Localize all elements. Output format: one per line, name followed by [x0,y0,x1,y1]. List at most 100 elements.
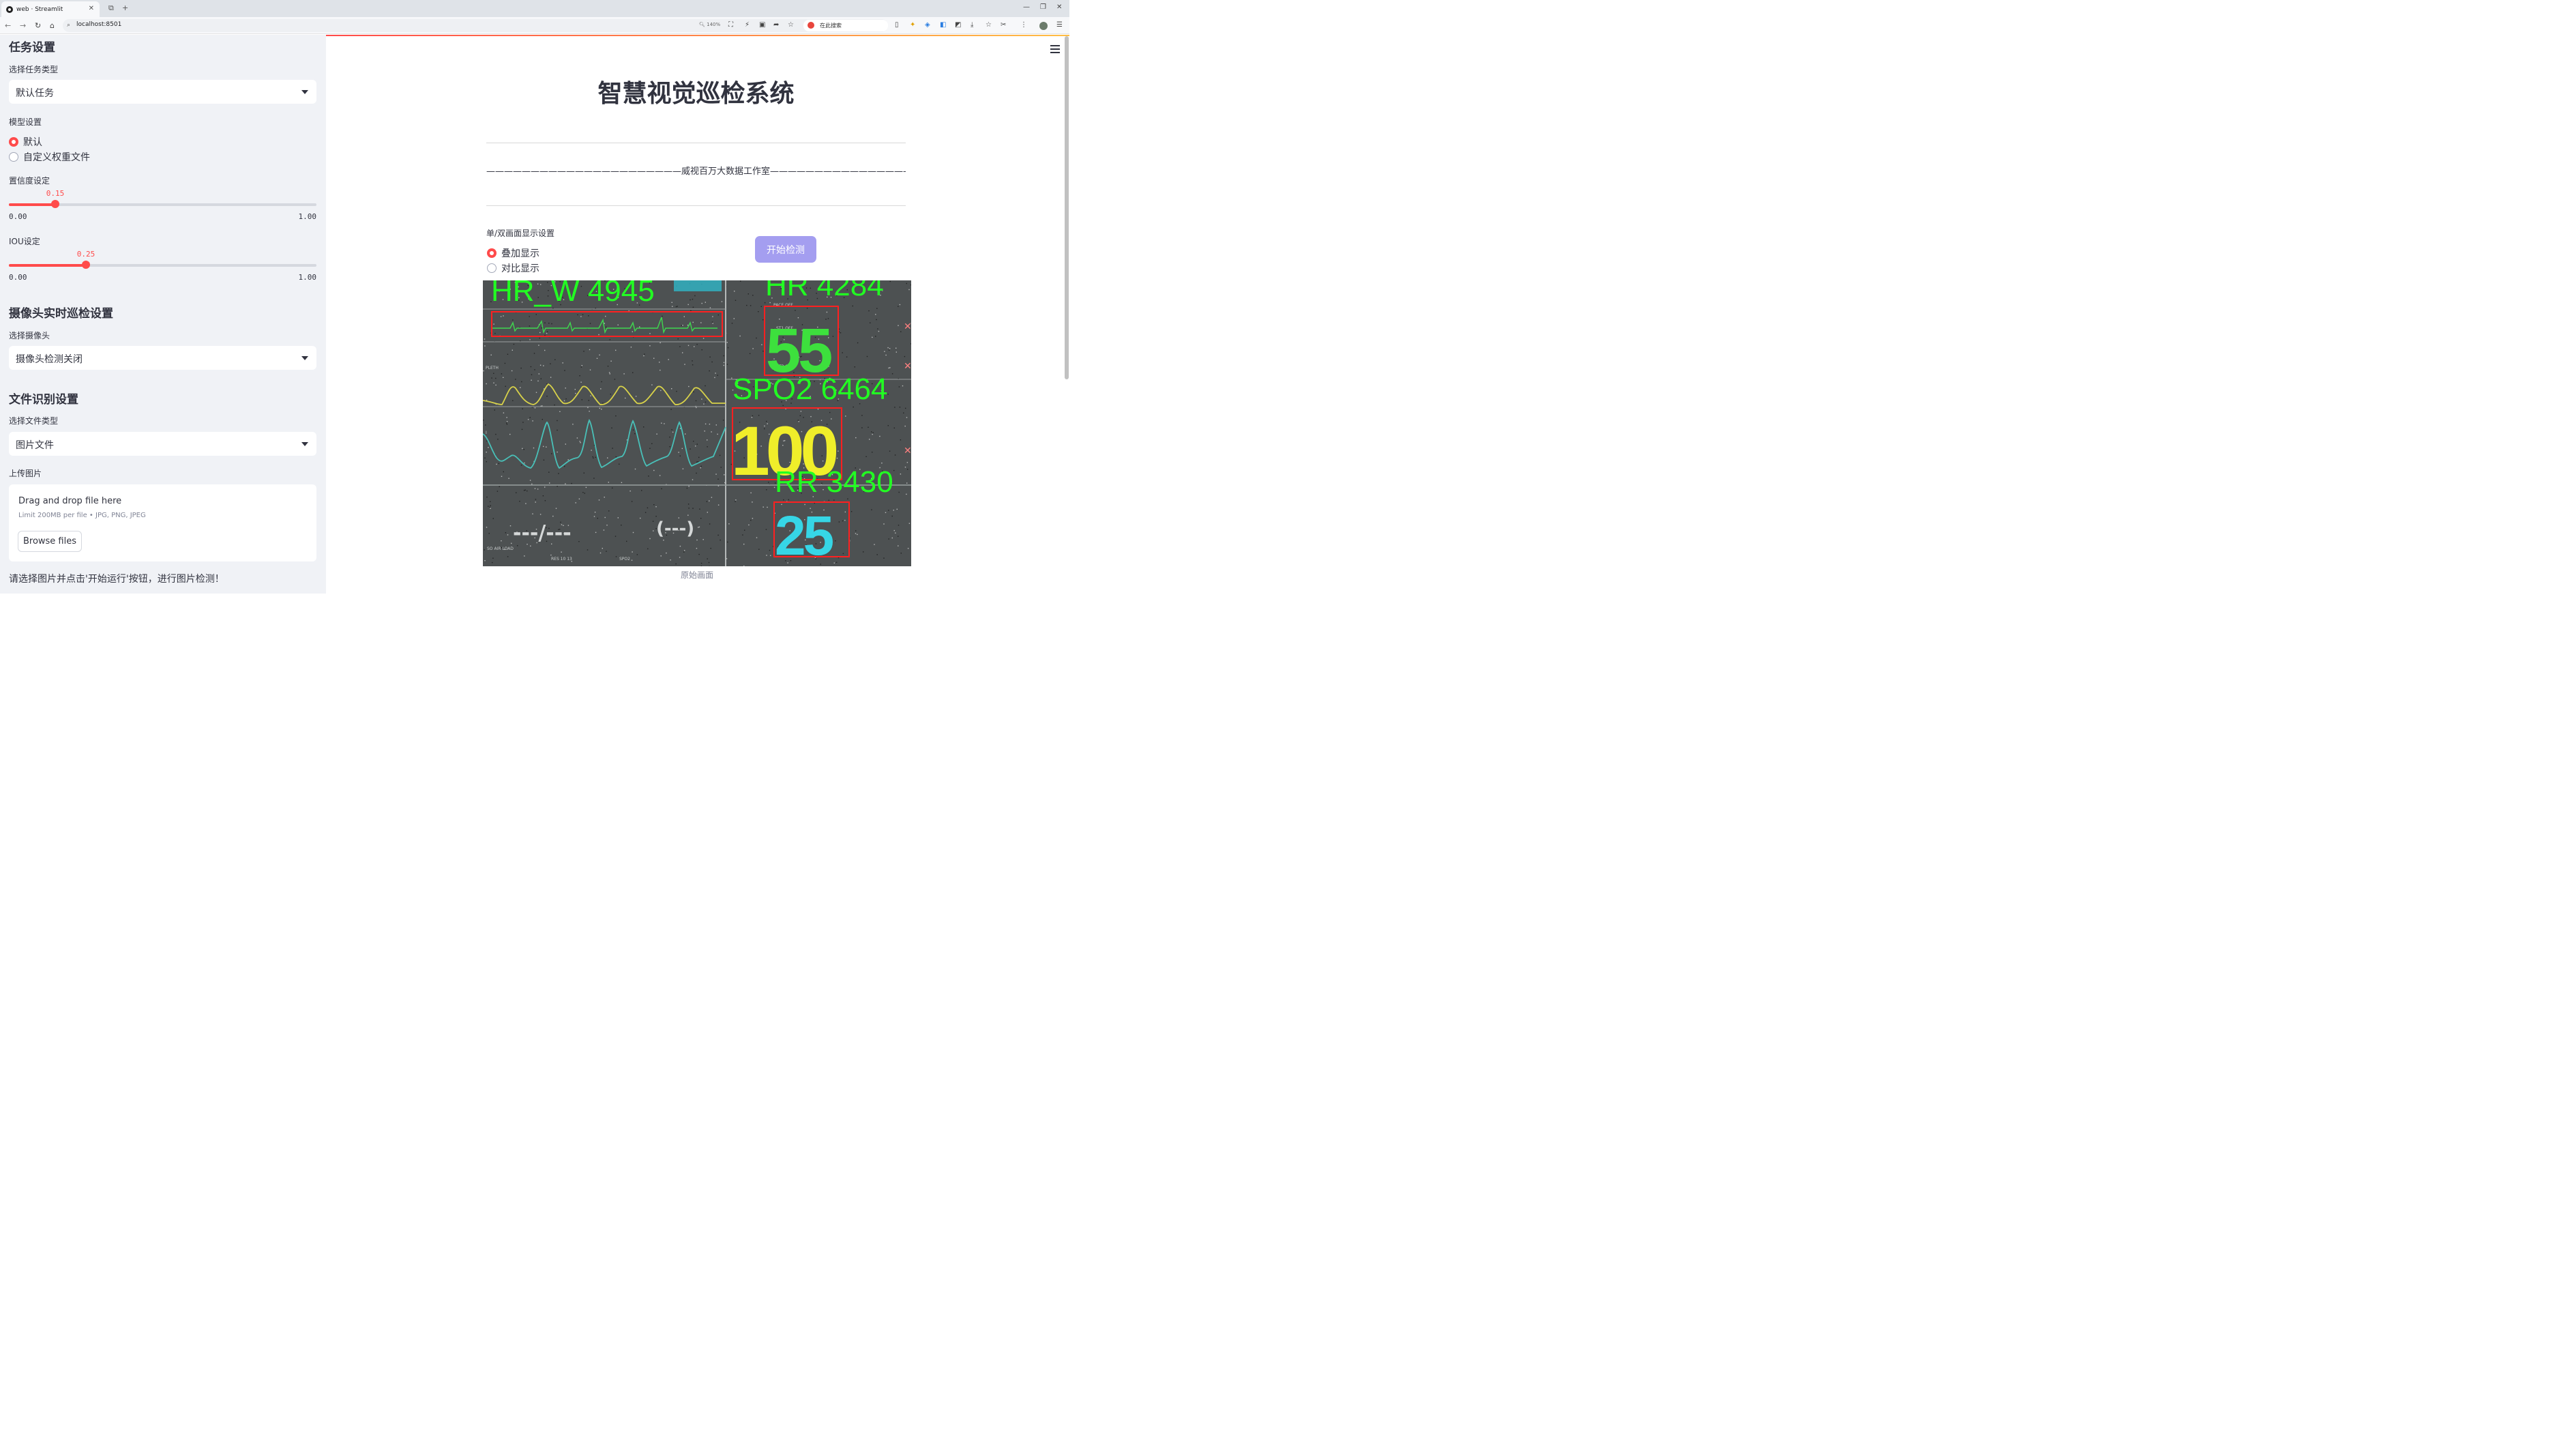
streamlit-favicon-icon [6,5,13,13]
file-type-value: 图片文件 [16,440,54,451]
nibp-mean-readout: (---) [656,519,694,539]
iou-slider[interactable]: 0.25 0.00 1.00 [9,250,316,286]
close-window-icon[interactable]: ✕ [1056,3,1062,11]
bolt-icon[interactable]: ⚡ [745,21,750,29]
browser-tab[interactable]: web · Streamlit ✕ [1,1,100,17]
extension-2-icon[interactable]: ◈ [925,21,930,29]
radio-unselected-icon [487,263,497,273]
extension-icon[interactable]: ✦ [910,21,915,29]
file-uploader-dropzone[interactable]: Drag and drop file here Limit 200MB per … [9,484,316,561]
camera-value: 摄像头检测关闭 [16,354,83,365]
camera-select-label: 选择摄像头 [9,331,50,340]
display-option-label: 叠加显示 [501,248,539,259]
divider [486,205,906,206]
slider-fill [9,203,55,206]
camera-select[interactable]: 摄像头检测关闭 [9,346,316,370]
task-settings-heading: 任务设置 [9,41,55,55]
slider-thumb[interactable] [51,200,59,208]
sidebar: 任务设置 选择任务类型 默认任务 模型设置 默认 自定义权重文件 置信度设定 0… [0,35,326,594]
chevron-down-icon [301,442,308,446]
url-text: localhost:8501 [76,21,122,28]
screenshot-icon[interactable]: ▣ [759,21,765,29]
file-type-select[interactable]: 图片文件 [9,432,316,456]
forward-icon[interactable]: → [20,21,26,30]
reader-icon[interactable]: ▯ [895,21,899,29]
browser-menu-icon[interactable]: ☰ [1056,21,1063,29]
detection-label-rr: RR 3430 [775,465,893,499]
browser-tab-bar: web · Streamlit ✕ ⧉ + — ❐ ✕ [0,0,1069,17]
model-option-default[interactable]: 默认 [9,135,42,149]
model-option-label: 自定义权重文件 [23,152,90,163]
download-icon[interactable]: ⤓ [971,21,973,29]
detection-result-image: PLETH I PACE OFF ST1 OFF ST2 OFF ST3 OFF SO … [483,280,911,566]
home-icon[interactable]: ⌂ [50,21,55,30]
task-type-value: 默认任务 [16,88,54,99]
iou-label: IOU设定 [9,237,40,246]
svg-text:✕: ✕ [904,446,911,456]
profile-avatar[interactable] [1039,22,1048,30]
studio-credit: ——————————————————————威视百万大数据工作室————————… [486,166,906,177]
search-placeholder: 在此搜索 [820,23,842,29]
browse-files-button[interactable]: Browse files [18,531,82,552]
detection-label-hr-waveform: HR_W 4945 [491,280,655,308]
extension-4-icon[interactable]: ◩ [955,21,961,29]
slider-value: 0.15 [46,189,65,198]
task-type-select[interactable]: 默认任务 [9,80,316,104]
zoom-level[interactable]: 🔍︎ 140% [699,22,720,27]
chevron-down-icon [301,356,308,360]
extension-3-icon[interactable]: ◧ [940,21,946,29]
restore-icon[interactable]: ❐ [1040,3,1046,11]
detection-label-hr: HR 4284 [765,280,884,302]
new-tab-icon[interactable]: + [122,3,128,12]
close-tab-icon[interactable]: ✕ [89,5,94,12]
display-option-compare[interactable]: 对比显示 [487,261,539,275]
start-detection-button[interactable]: 开始检测 [755,236,816,263]
more-menu-icon[interactable]: ⋮ [1020,21,1027,29]
svg-text:I: I [486,431,487,435]
tab-search-icon[interactable]: ⧉ [108,3,114,13]
instruction-note: 请选择图片并点击'开始运行'按钮，进行图片检测！ [9,574,224,585]
image-caption: 原始画面 [680,570,713,580]
file-type-label: 选择文件类型 [9,416,59,426]
tab-title: web · Streamlit [16,5,63,13]
model-settings-label: 模型设置 [9,117,42,127]
svg-text:PLETH: PLETH [486,366,499,370]
bookmarks-icon[interactable]: ☆ [986,21,992,29]
file-settings-heading: 文件识别设置 [9,393,78,407]
svg-text:✕: ✕ [904,321,911,332]
app-menu-icon[interactable] [1050,45,1060,55]
radio-unselected-icon [9,152,18,162]
svg-text:SPO2: SPO2 [619,557,630,561]
slider-fill [9,264,86,267]
browser-search-box[interactable]: 在此搜索 [803,20,888,31]
radio-selected-icon [487,248,497,258]
share-icon[interactable]: ➦ [773,21,779,29]
favorite-star-icon[interactable]: ☆ [788,21,794,29]
site-info-icon[interactable]: ⌕ [67,22,70,29]
confidence-slider[interactable]: 0.15 0.00 1.00 [9,189,316,225]
radio-selected-icon [9,137,18,147]
slider-thumb[interactable] [82,261,90,269]
minimize-icon[interactable]: — [1023,3,1030,11]
display-option-overlay[interactable]: 叠加显示 [487,246,539,260]
page-scrollbar[interactable] [1065,36,1069,379]
slider-min: 0.00 [9,273,27,282]
upload-label: 上传图片 [9,469,42,478]
reload-icon[interactable]: ↻ [35,21,41,30]
confidence-label: 置信度设定 [9,176,50,186]
back-icon[interactable]: ← [5,21,11,30]
translate-icon[interactable]: ⛶ [728,21,733,29]
chevron-down-icon [301,90,308,94]
svg-text:RES 10 13: RES 10 13 [551,557,572,561]
svg-text:✕: ✕ [904,361,911,372]
display-mode-label: 单/双画面显示设置 [486,229,555,238]
header-decoration [326,35,1069,36]
svg-text:SO AIR LOAD: SO AIR LOAD [487,546,514,551]
tools-icon[interactable]: ✂ [1001,21,1006,29]
upload-drag-text: Drag and drop file here [18,496,122,506]
patient-monitor-image: PLETHI PACE OFFST1 OFFST2 OFFST3 OFF SO … [483,280,911,566]
detection-label-spo2: SPO2 6464 [732,373,888,406]
slider-min: 0.00 [9,212,27,221]
nibp-readout: ---/--- [513,521,572,545]
model-option-custom[interactable]: 自定义权重文件 [9,150,90,164]
